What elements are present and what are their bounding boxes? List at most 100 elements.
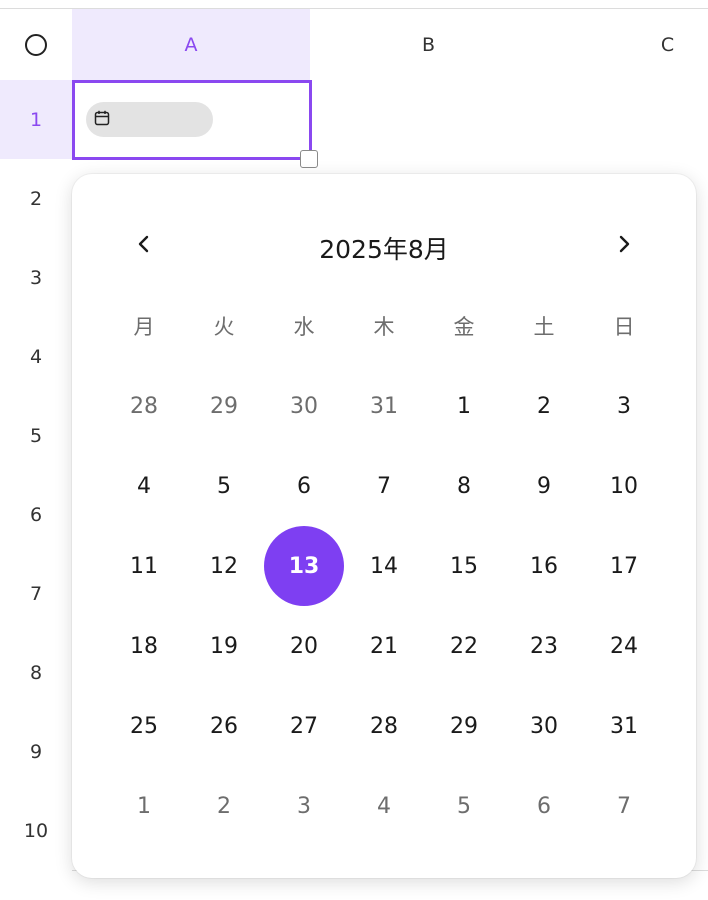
fill-handle[interactable] <box>300 150 318 168</box>
row-header-4[interactable]: 4 <box>0 317 73 397</box>
calendar-day[interactable]: 1 <box>424 366 504 446</box>
calendar-day-label: 10 <box>610 473 638 499</box>
calendar-day[interactable]: 7 <box>344 446 424 526</box>
calendar-day-label: 28 <box>130 393 158 419</box>
calendar-day[interactable]: 27 <box>264 686 344 766</box>
cell-c1[interactable] <box>547 80 708 160</box>
calendar-day[interactable]: 3 <box>584 366 664 446</box>
date-chip[interactable] <box>86 102 213 137</box>
calendar-day[interactable]: 15 <box>424 526 504 606</box>
calendar-day[interactable]: 2 <box>504 366 584 446</box>
row-header-3[interactable]: 3 <box>0 238 73 318</box>
calendar-day[interactable]: 8 <box>424 446 504 526</box>
calendar-day[interactable]: 23 <box>504 606 584 686</box>
calendar-day-label: 1 <box>137 793 151 819</box>
calendar-day[interactable]: 25 <box>104 686 184 766</box>
calendar-day[interactable]: 29 <box>424 686 504 766</box>
calendar-day[interactable]: 24 <box>584 606 664 686</box>
calendar-day-label: 9 <box>537 473 551 499</box>
row-header-9[interactable]: 9 <box>0 712 73 792</box>
calendar-day-label: 4 <box>377 793 391 819</box>
calendar-day[interactable]: 14 <box>344 526 424 606</box>
row-header-7[interactable]: 7 <box>0 554 73 634</box>
spreadsheet: A B C 1 2 3 4 5 6 7 8 9 10 2025年8月 月 火 水… <box>0 0 708 900</box>
calendar-day-label: 7 <box>617 793 631 819</box>
calendar-day[interactable]: 20 <box>264 606 344 686</box>
calendar-day-label: 3 <box>297 793 311 819</box>
calendar-day-label: 2 <box>537 393 551 419</box>
date-picker-popup: 2025年8月 月火水木金土日 28 29 30 31 1 2 3 4 5 6 7 8 9 10 11 12 13… <box>72 174 696 878</box>
calendar-day[interactable]: 5 <box>424 766 504 846</box>
calendar-day[interactable]: 4 <box>344 766 424 846</box>
calendar-day-label: 25 <box>130 713 158 739</box>
row-header-2[interactable]: 2 <box>0 159 73 239</box>
column-header-c[interactable]: C <box>547 9 708 81</box>
row-header-8[interactable]: 8 <box>0 633 73 713</box>
calendar-day-selected[interactable]: 13 <box>264 526 344 606</box>
calendar-day[interactable]: 6 <box>504 766 584 846</box>
calendar-day-label: 11 <box>130 553 158 579</box>
next-month-button[interactable] <box>606 228 642 264</box>
calendar-day-label: 23 <box>530 633 558 659</box>
column-header-a[interactable]: A <box>72 9 311 81</box>
weekday-label: 木 <box>373 315 395 339</box>
calendar-day-label: 30 <box>530 713 558 739</box>
calendar-day-label: 21 <box>370 633 398 659</box>
calendar-day[interactable]: 16 <box>504 526 584 606</box>
calendar-day[interactable]: 12 <box>184 526 264 606</box>
calendar-day-label: 15 <box>450 553 478 579</box>
calendar-day[interactable]: 29 <box>184 366 264 446</box>
calendar-day[interactable]: 21 <box>344 606 424 686</box>
calendar-day-label: 31 <box>610 713 638 739</box>
weekday-label: 火 <box>213 315 235 339</box>
calendar-day[interactable]: 4 <box>104 446 184 526</box>
calendar-day-label: 7 <box>377 473 391 499</box>
calendar-day-label: 22 <box>450 633 478 659</box>
calendar-day[interactable]: 3 <box>264 766 344 846</box>
calendar-day[interactable]: 28 <box>104 366 184 446</box>
calendar-day[interactable]: 17 <box>584 526 664 606</box>
calendar-day[interactable]: 7 <box>584 766 664 846</box>
row-header-10[interactable]: 10 <box>0 791 73 871</box>
calendar-day-label: 27 <box>290 713 318 739</box>
select-all-corner[interactable] <box>0 9 73 81</box>
calendar-day-label: 16 <box>530 553 558 579</box>
calendar-day-label: 13 <box>264 526 344 606</box>
calendar-day[interactable]: 1 <box>104 766 184 846</box>
calendar-day[interactable]: 18 <box>104 606 184 686</box>
row-header-1[interactable]: 1 <box>0 80 73 160</box>
calendar-day[interactable]: 19 <box>184 606 264 686</box>
calendar-icon <box>94 110 110 130</box>
calendar-day-label: 6 <box>537 793 551 819</box>
weekday-label: 日 <box>613 315 635 339</box>
calendar-day-label: 18 <box>130 633 158 659</box>
calendar-day-label: 5 <box>457 793 471 819</box>
calendar-day-label: 26 <box>210 713 238 739</box>
calendar-day-label: 29 <box>450 713 478 739</box>
column-header-b[interactable]: B <box>310 9 548 81</box>
month-title: 2025年8月 <box>319 235 449 264</box>
calendar-day[interactable]: 6 <box>264 446 344 526</box>
calendar-day[interactable]: 9 <box>504 446 584 526</box>
calendar-day[interactable]: 10 <box>584 446 664 526</box>
calendar-day[interactable]: 5 <box>184 446 264 526</box>
calendar-day[interactable]: 30 <box>264 366 344 446</box>
cell-b1[interactable] <box>310 80 548 160</box>
row-header-11[interactable] <box>0 870 73 900</box>
calendar-day[interactable]: 11 <box>104 526 184 606</box>
calendar-day[interactable]: 22 <box>424 606 504 686</box>
calendar-day[interactable]: 2 <box>184 766 264 846</box>
row-header-5[interactable]: 5 <box>0 396 73 476</box>
calendar-day-label: 4 <box>137 473 151 499</box>
calendar-day-label: 20 <box>290 633 318 659</box>
calendar-day[interactable]: 28 <box>344 686 424 766</box>
calendar-day[interactable]: 31 <box>344 366 424 446</box>
calendar-grid: 月火水木金土日 28 29 30 31 1 2 3 4 5 6 7 8 9 10 11 12 13 14 15 16 17… <box>104 286 664 846</box>
calendar-day[interactable]: 26 <box>184 686 264 766</box>
row-header-6[interactable]: 6 <box>0 475 73 555</box>
calendar-day[interactable]: 30 <box>504 686 584 766</box>
calendar-day-label: 24 <box>610 633 638 659</box>
calendar-day-label: 8 <box>457 473 471 499</box>
calendar-day[interactable]: 31 <box>584 686 664 766</box>
calendar-day-label: 3 <box>617 393 631 419</box>
